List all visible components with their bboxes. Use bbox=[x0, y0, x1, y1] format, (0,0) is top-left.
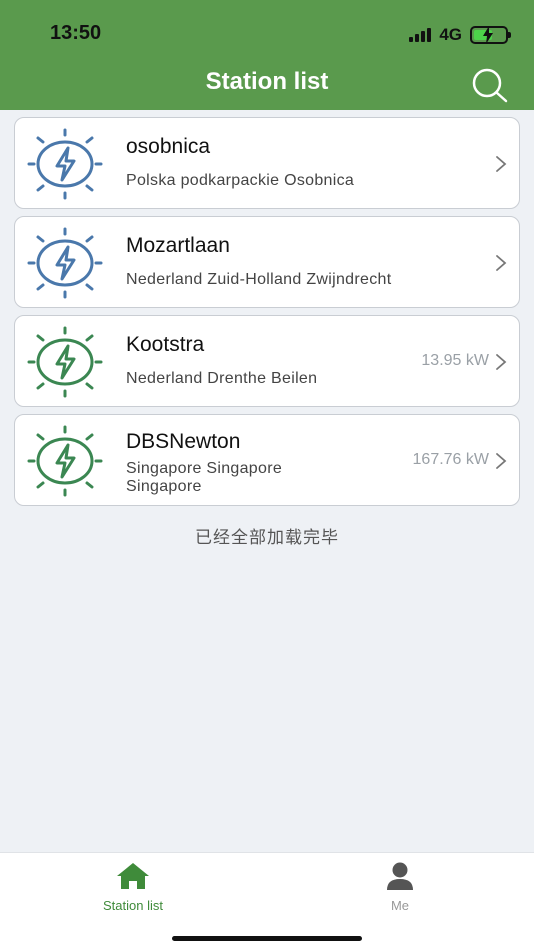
tab-station-list[interactable]: Station list bbox=[58, 861, 208, 913]
list-end-text: 已经全部加载完毕 bbox=[195, 528, 339, 548]
search-icon[interactable] bbox=[470, 66, 510, 104]
status-time: 13:50 bbox=[50, 22, 102, 44]
station-card[interactable]: Mozartlaan Nederland Zuid-Holland Zwijnd… bbox=[14, 216, 520, 308]
station-name: osobnica bbox=[126, 135, 211, 158]
station-card[interactable]: osobnica Polska podkarpackie Osobnica bbox=[14, 117, 520, 209]
signal-icon bbox=[409, 28, 432, 42]
solar-bolt-green-icon bbox=[27, 425, 103, 497]
station-power: 13.95 kW bbox=[421, 352, 489, 369]
app-header: 13:50 4G Station list bbox=[0, 0, 534, 110]
network-type: 4G bbox=[439, 25, 462, 44]
station-card[interactable]: Kootstra Nederland Drenthe Beilen 13.95 … bbox=[14, 315, 520, 407]
station-name: DBSNewton bbox=[126, 430, 241, 453]
solar-bolt-blue-icon bbox=[27, 227, 103, 299]
tab-label: Me bbox=[390, 898, 410, 913]
station-list: osobnica Polska podkarpackie Osobnica Mo… bbox=[14, 117, 520, 513]
station-address: Singapore Singapore Singapore bbox=[126, 460, 283, 495]
chevron-right-icon bbox=[496, 156, 507, 172]
home-icon bbox=[117, 863, 149, 889]
chevron-right-icon bbox=[496, 354, 507, 370]
solar-bolt-blue-icon bbox=[27, 128, 103, 200]
battery-icon bbox=[470, 26, 511, 44]
station-name: Mozartlaan bbox=[126, 234, 230, 257]
status-indicators: 4G bbox=[409, 24, 511, 46]
chevron-right-icon bbox=[496, 453, 507, 469]
station-card[interactable]: DBSNewton Singapore Singapore Singapore … bbox=[14, 414, 520, 506]
tab-label: Station list bbox=[103, 898, 163, 913]
station-address: Polska podkarpackie Osobnica bbox=[126, 172, 355, 189]
station-address: Nederland Drenthe Beilen bbox=[126, 370, 318, 387]
solar-bolt-green-icon bbox=[27, 326, 103, 398]
station-name: Kootstra bbox=[126, 333, 205, 356]
person-icon bbox=[387, 862, 413, 890]
home-indicator bbox=[172, 936, 362, 941]
station-power: 167.76 kW bbox=[412, 451, 489, 468]
page-title: Station list bbox=[205, 68, 329, 95]
chevron-right-icon bbox=[496, 255, 507, 271]
tab-me[interactable]: Me bbox=[325, 861, 475, 913]
station-address: Nederland Zuid-Holland Zwijndrecht bbox=[126, 271, 392, 288]
